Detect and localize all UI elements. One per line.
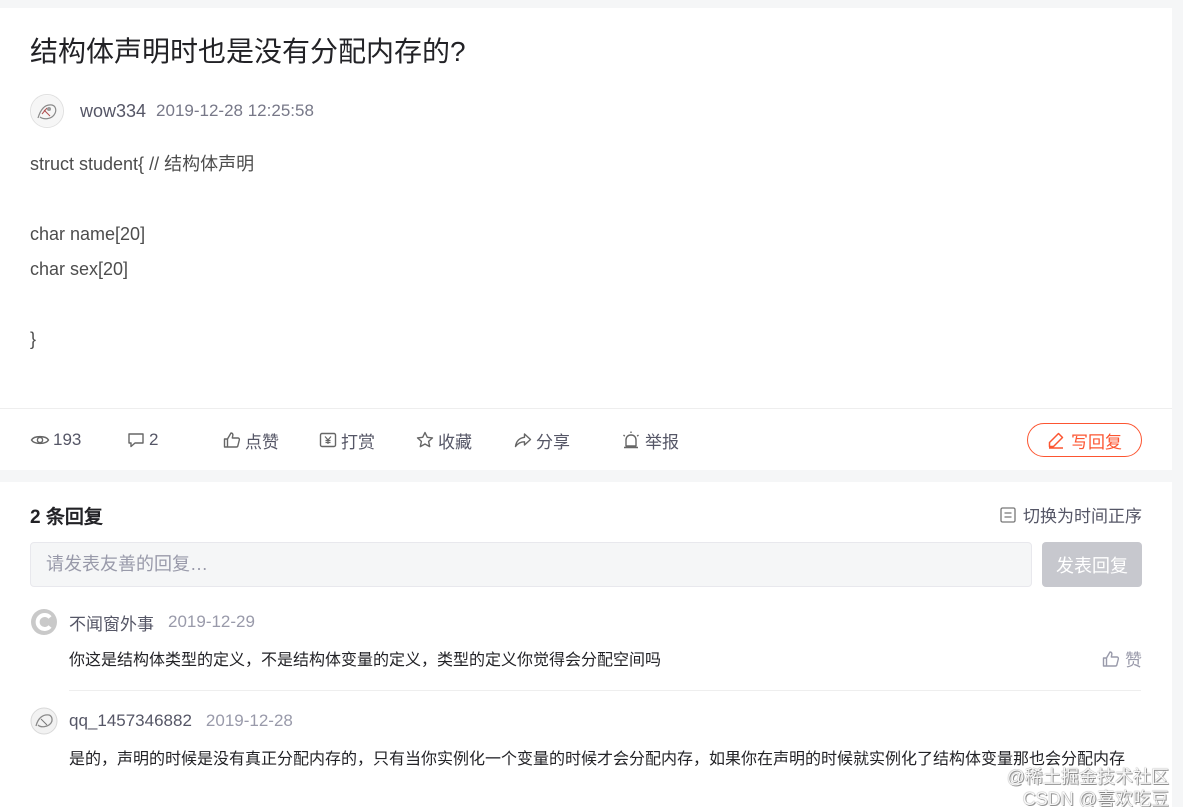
- reply-like-button[interactable]: 赞: [1101, 646, 1142, 671]
- avatar-sketch-icon: [30, 707, 58, 735]
- post-title: 结构体声明时也是没有分配内存的?: [30, 36, 466, 67]
- content-line: char sex[20]: [30, 259, 129, 279]
- thumbs-up-icon: [1102, 650, 1120, 667]
- comments-count: 2: [149, 430, 159, 449]
- write-reply-button[interactable]: 写回复: [1027, 423, 1142, 457]
- reward-label: 打赏: [341, 432, 375, 452]
- content-line: struct student{ // 结构体声明: [30, 154, 255, 174]
- author-avatar[interactable]: [30, 94, 64, 128]
- sort-icon: [1000, 506, 1016, 523]
- reply-header: 不闻窗外事 2019-12-29: [30, 608, 1142, 636]
- watermark-line: CSDN @喜欢吃豆: [1022, 789, 1169, 807]
- post-time: 2019-12-28 12:25:58: [156, 101, 314, 120]
- author-name[interactable]: wow334: [80, 101, 146, 122]
- share-button[interactable]: 分享: [513, 409, 570, 471]
- reply-like-label: 赞: [1125, 651, 1142, 670]
- reply-input[interactable]: [30, 542, 1032, 587]
- submit-reply-button[interactable]: 发表回复: [1042, 542, 1142, 587]
- content-line: [30, 287, 254, 322]
- collect-label: 收藏: [438, 432, 472, 452]
- reply-item: 不闻窗外事 2019-12-29 你这是结构体类型的定义，不是结构体变量的定义，…: [30, 608, 1142, 674]
- reply-avatar[interactable]: [30, 707, 58, 735]
- reply-text: 是的，声明的时候是没有真正分配内存的，只有当你实例化一个变量的时候才会分配内存，…: [69, 751, 1126, 768]
- comment-icon: [128, 433, 144, 448]
- sort-toggle-label: 切换为时间正序: [1023, 507, 1142, 526]
- reply-time: 2019-12-28: [205, 711, 293, 730]
- report-label: 举报: [645, 432, 679, 452]
- reply-divider: [69, 690, 1141, 691]
- reply-item: qq_1457346882 2019-12-28 是的，声明的时候是没有真正分配…: [30, 707, 1142, 773]
- avatar-sketch-icon: [32, 96, 62, 126]
- reply-time: 2019-12-29: [168, 612, 255, 631]
- comments-counter[interactable]: 2: [126, 409, 158, 471]
- post-action-bar: 193 2 点赞 打赏 收藏 分享 举报 写回复: [0, 408, 1172, 470]
- thumbs-up-icon: [223, 432, 241, 448]
- sort-toggle-button[interactable]: 切换为时间正序: [999, 502, 1142, 527]
- alarm-icon: [623, 431, 639, 449]
- replies-count-title: 2 条回复: [30, 507, 103, 528]
- post-meta: wow334 2019-12-28 12:25:58: [30, 94, 314, 128]
- reply-avatar[interactable]: [30, 608, 58, 636]
- share-label: 分享: [536, 432, 570, 452]
- share-icon: [514, 433, 532, 448]
- write-reply-label: 写回复: [1071, 432, 1122, 452]
- report-button[interactable]: 举报: [620, 409, 679, 471]
- reward-button[interactable]: 打赏: [318, 409, 375, 471]
- pencil-icon: [1048, 432, 1064, 449]
- reply-text: 你这是结构体类型的定义，不是结构体变量的定义，类型的定义你觉得会分配空间吗: [69, 652, 662, 669]
- content-line: [30, 182, 254, 217]
- post-card: 结构体声明时也是没有分配内存的? wow334 2019-12-28 12:25…: [0, 8, 1172, 470]
- views-counter: 193: [30, 409, 81, 471]
- collect-button[interactable]: 收藏: [415, 409, 472, 471]
- c-logo-icon: [31, 609, 57, 635]
- content-line: char name[20]: [30, 224, 146, 244]
- star-icon: [416, 431, 434, 448]
- like-label: 点赞: [245, 432, 279, 452]
- reply-header: qq_1457346882 2019-12-28: [30, 707, 1142, 735]
- like-button[interactable]: 点赞: [222, 409, 279, 471]
- reply-author[interactable]: 不闻窗外事: [69, 610, 154, 635]
- content-line: }: [30, 329, 37, 349]
- views-count: 193: [53, 430, 82, 449]
- yuan-icon: [319, 432, 337, 448]
- eye-icon: [30, 435, 50, 445]
- post-content: struct student{ // 结构体声明 char name[20] c…: [30, 147, 254, 357]
- reply-author[interactable]: qq_1457346882: [69, 711, 192, 731]
